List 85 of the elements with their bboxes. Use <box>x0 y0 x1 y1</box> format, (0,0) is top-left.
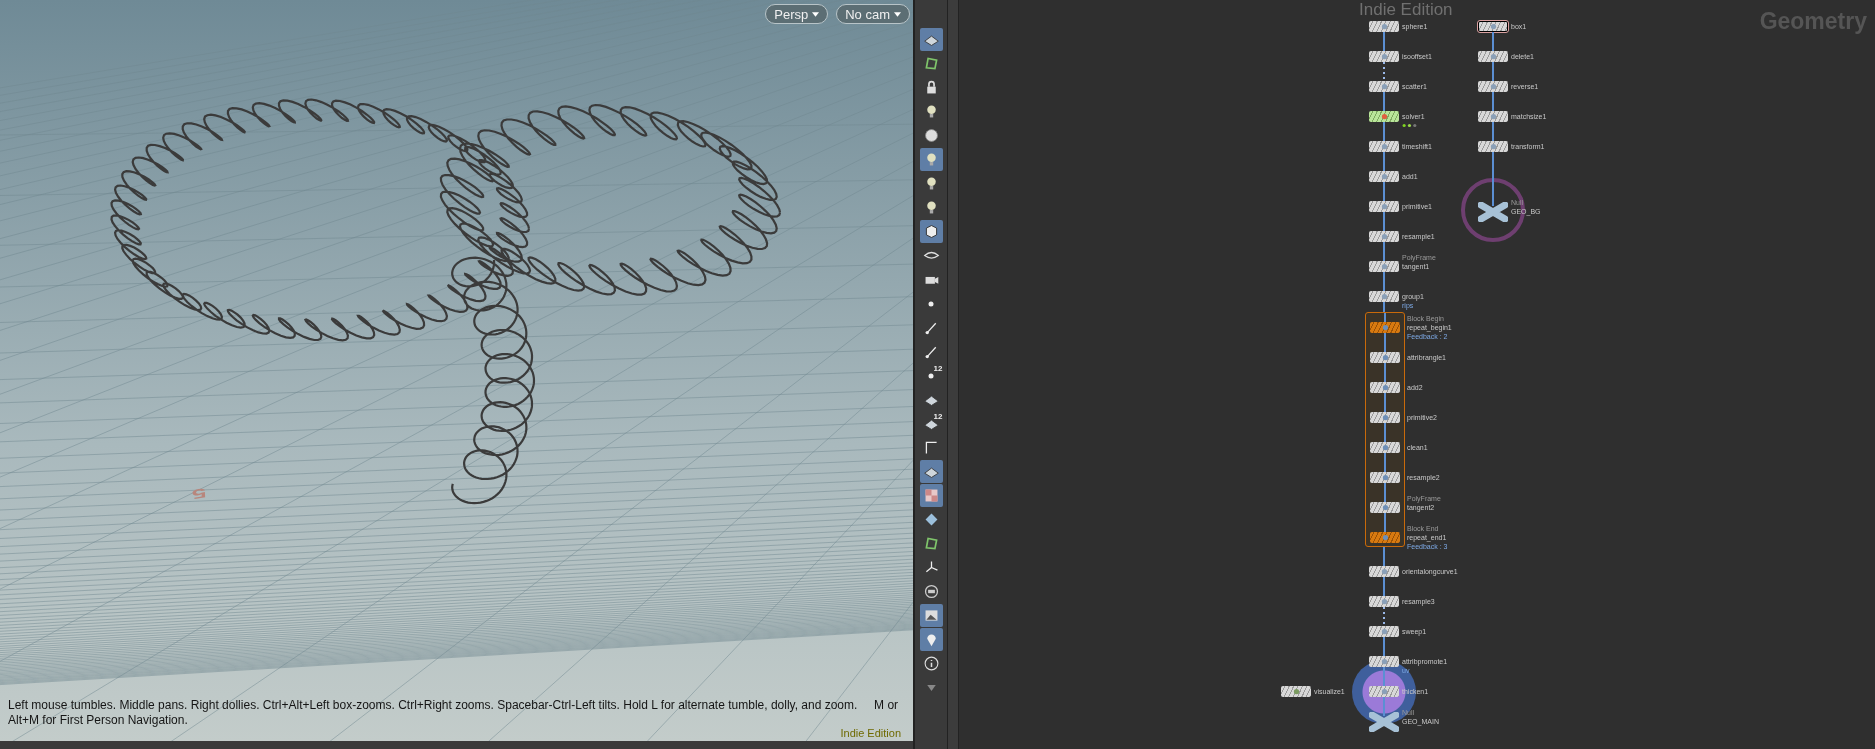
node[interactable] <box>1369 291 1399 302</box>
node[interactable] <box>1369 626 1399 637</box>
sphere-icon <box>922 127 940 144</box>
point-number-label: 12 <box>933 364 943 373</box>
node-type-icon <box>1380 173 1388 180</box>
node-type-icon <box>1380 688 1388 695</box>
node-type-icon <box>1380 113 1388 120</box>
node-type-icon <box>1292 688 1300 695</box>
node-type-icon <box>1380 658 1388 665</box>
node[interactable] <box>1369 51 1399 62</box>
node[interactable] <box>1370 352 1400 363</box>
node-type-icon <box>1380 233 1388 240</box>
node[interactable] <box>1369 656 1399 667</box>
null-node-icon[interactable] <box>1369 712 1399 732</box>
plane-tool[interactable] <box>919 28 943 51</box>
node[interactable] <box>1369 231 1399 242</box>
node-type-icon <box>1380 628 1388 635</box>
dot-icon <box>928 300 934 307</box>
node-type-icon <box>1489 143 1497 150</box>
node[interactable] <box>1370 382 1400 393</box>
node-type-icon <box>1380 53 1388 60</box>
node[interactable] <box>1369 686 1399 697</box>
node-type-icon <box>1381 534 1389 541</box>
node[interactable] <box>1370 532 1400 543</box>
dot-icon <box>928 372 934 379</box>
bulb-tool[interactable] <box>919 148 943 171</box>
pin-tool[interactable] <box>919 628 943 651</box>
node[interactable] <box>1478 111 1508 122</box>
node-type-icon <box>1381 354 1389 361</box>
node[interactable] <box>1369 21 1399 32</box>
node-type-icon <box>1489 113 1497 120</box>
node-type-icon <box>1380 23 1388 30</box>
node[interactable] <box>1281 686 1311 697</box>
node[interactable] <box>1369 596 1399 607</box>
plane-tool[interactable]: 12 <box>919 412 943 435</box>
node[interactable] <box>1369 261 1399 272</box>
info-icon <box>922 655 940 672</box>
node-type-icon <box>1380 568 1388 575</box>
null-node-icon[interactable] <box>1478 202 1508 222</box>
node-type-icon <box>1381 444 1389 451</box>
checker-tool[interactable] <box>919 484 943 507</box>
caret-icon <box>894 11 901 17</box>
dot-tool[interactable]: 12 <box>919 364 943 387</box>
caret-icon <box>812 11 820 17</box>
node[interactable] <box>1370 502 1400 513</box>
node-type-icon <box>1489 83 1497 90</box>
node-type-icon <box>1381 384 1389 391</box>
node[interactable] <box>1370 442 1400 453</box>
node[interactable] <box>1369 111 1399 122</box>
circle-icon <box>922 583 940 600</box>
node-type-icon <box>1381 504 1389 511</box>
plane-tool[interactable] <box>919 460 943 483</box>
node-type-icon <box>1380 143 1388 150</box>
edition-watermark: Indie Edition <box>1359 1 1453 19</box>
help-text: Left mouse tumbles. Middle pans. Right dollies. Ctrl+Alt+Left box-zooms. Ctrl+Right zooms. Spacebar-Ctrl-Left tilts. Hold L for alternate tumble, dolly, and zoom. M or Alt+M for First Person Navigation. <box>8 698 900 728</box>
node-type-icon <box>1380 203 1388 210</box>
point-number-label: 12 <box>933 412 943 421</box>
camera-menu[interactable]: No cam <box>836 4 910 24</box>
node-type-icon <box>1489 53 1497 60</box>
status-dots-icon <box>1402 123 1418 128</box>
node[interactable] <box>1370 322 1400 333</box>
image-tool[interactable] <box>919 604 943 627</box>
node-type-icon <box>1380 598 1388 605</box>
node-type-icon <box>1381 474 1389 481</box>
node-type-icon <box>1381 324 1389 331</box>
node-type-icon <box>1489 23 1497 30</box>
node[interactable] <box>1369 141 1399 152</box>
node[interactable] <box>1478 51 1508 62</box>
camera-menu[interactable]: Persp <box>765 4 829 24</box>
node[interactable] <box>1370 412 1400 423</box>
node-type-icon <box>1380 263 1388 270</box>
grid-label: 5 <box>190 484 208 503</box>
cube-tool[interactable] <box>919 220 943 243</box>
node[interactable] <box>1478 21 1508 32</box>
node[interactable] <box>1478 141 1508 152</box>
node-type-icon <box>1380 83 1388 90</box>
node[interactable] <box>1369 171 1399 182</box>
node[interactable] <box>1369 81 1399 92</box>
node-type-icon <box>1380 293 1388 300</box>
node[interactable] <box>1369 201 1399 212</box>
node[interactable] <box>1370 472 1400 483</box>
edition-label: Indie Edition <box>840 727 901 739</box>
node-type-icon <box>1381 414 1389 421</box>
node[interactable] <box>1369 566 1399 577</box>
node[interactable] <box>1478 81 1508 92</box>
